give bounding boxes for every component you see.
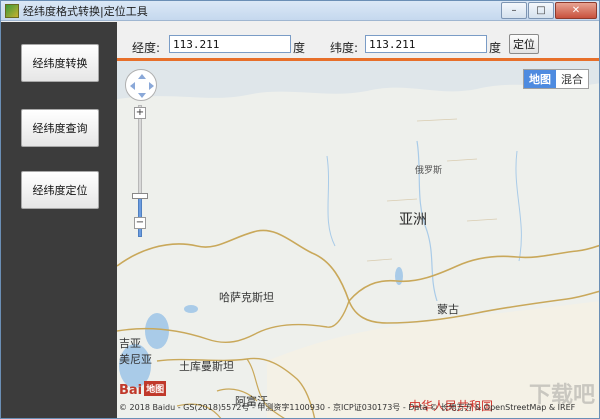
minimize-button[interactable]: – — [501, 2, 527, 19]
latitude-unit: 度 — [489, 41, 502, 55]
label-kyrgyzstan: 吉亚 — [119, 337, 141, 350]
map-copyright: © 2018 Baidu - GS(2018)5572号 - 甲测资字11009… — [119, 403, 576, 412]
latitude-label: 纬度: — [330, 41, 359, 55]
baidu-logo-text: Bai — [119, 383, 143, 398]
map-type-hybrid-button[interactable]: 混合 — [556, 70, 588, 88]
pan-arrows-icon — [130, 74, 154, 98]
maximize-button[interactable]: □ — [528, 2, 554, 19]
longitude-label: 经度: — [132, 41, 161, 55]
label-asia: 亚洲 — [399, 212, 427, 228]
app-icon — [5, 3, 19, 18]
label-kazakhstan: 哈萨克斯坦 — [219, 291, 274, 304]
label-turkmenistan: 土库曼斯坦 — [179, 360, 234, 373]
window-controls: – □ ✕ — [501, 2, 597, 19]
zoom-out-button[interactable]: − — [134, 217, 146, 229]
toolbar: 经度: 度 纬度: 度 定位 — [117, 22, 599, 58]
sidebar-button-locate[interactable]: 经纬度定位 — [21, 171, 99, 209]
label-armenia: 美尼亚 — [119, 353, 152, 366]
close-button[interactable]: ✕ — [555, 2, 597, 19]
map-view[interactable]: + − 地图 混合 俄罗斯 亚洲 哈萨克斯坦 蒙古 吉亚 美尼亚 土库曼斯坦 阿… — [117, 61, 599, 418]
app-window: 经纬度格式转换|定位工具 – □ ✕ 经纬度转换 经纬度查询 经纬度定位 经度:… — [0, 0, 600, 419]
baidu-logo: Bai 地图 — [119, 381, 167, 398]
longitude-unit: 度 — [293, 41, 306, 55]
baidu-logo-badge: 地图 — [144, 381, 167, 396]
window-title: 经纬度格式转换|定位工具 — [23, 4, 148, 18]
sidebar-button-convert[interactable]: 经纬度转换 — [21, 44, 99, 82]
zoom-in-button[interactable]: + — [134, 107, 146, 119]
title-bar[interactable]: 经纬度格式转换|定位工具 – □ ✕ — [1, 1, 599, 21]
label-russia: 俄罗斯 — [415, 166, 443, 176]
label-mongolia: 蒙古 — [437, 303, 459, 316]
map-type-map-button[interactable]: 地图 — [524, 70, 556, 88]
zoom-slider-handle[interactable] — [132, 193, 148, 199]
map-type-switch: 地图 混合 — [523, 69, 589, 89]
longitude-input[interactable] — [169, 35, 291, 53]
pan-control[interactable] — [125, 69, 157, 101]
latitude-input[interactable] — [365, 35, 487, 53]
locate-button[interactable]: 定位 — [509, 34, 539, 54]
sidebar: 经纬度转换 经纬度查询 经纬度定位 — [1, 22, 117, 418]
sidebar-button-query[interactable]: 经纬度查询 — [21, 109, 99, 147]
